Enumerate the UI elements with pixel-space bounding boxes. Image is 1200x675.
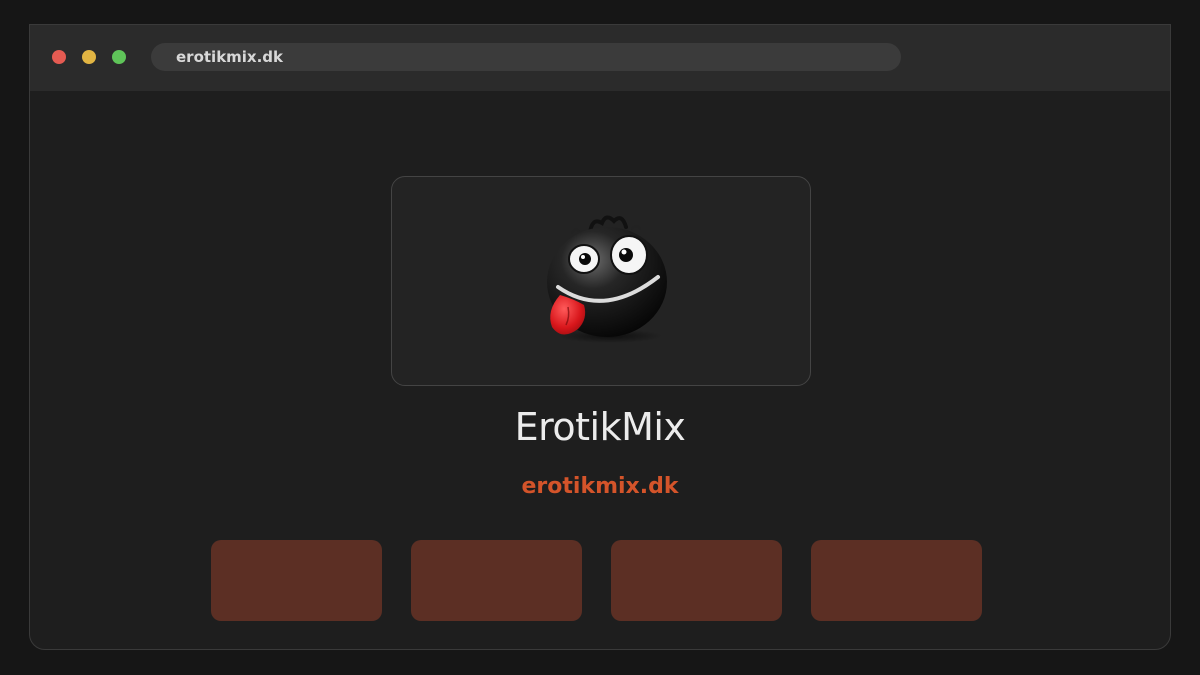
- browser-window: erotikmix.dk ErotikMix erotikmix.dk: [29, 24, 1171, 650]
- placeholder-tile[interactable]: [211, 540, 382, 621]
- placeholder-tile[interactable]: [811, 540, 982, 621]
- browser-titlebar: erotikmix.dk: [30, 25, 1170, 91]
- smiley-tongue-icon: [547, 215, 667, 343]
- address-bar[interactable]: erotikmix.dk: [151, 43, 901, 71]
- logo-card: [391, 176, 811, 386]
- maximize-window-button[interactable]: [112, 50, 126, 64]
- close-window-button[interactable]: [52, 50, 66, 64]
- placeholder-tile[interactable]: [411, 540, 582, 621]
- placeholder-tile[interactable]: [611, 540, 782, 621]
- site-title: ErotikMix: [514, 405, 686, 449]
- site-domain-link[interactable]: erotikmix.dk: [30, 474, 1170, 499]
- minimize-window-button[interactable]: [82, 50, 96, 64]
- address-bar-url: erotikmix.dk: [176, 48, 284, 66]
